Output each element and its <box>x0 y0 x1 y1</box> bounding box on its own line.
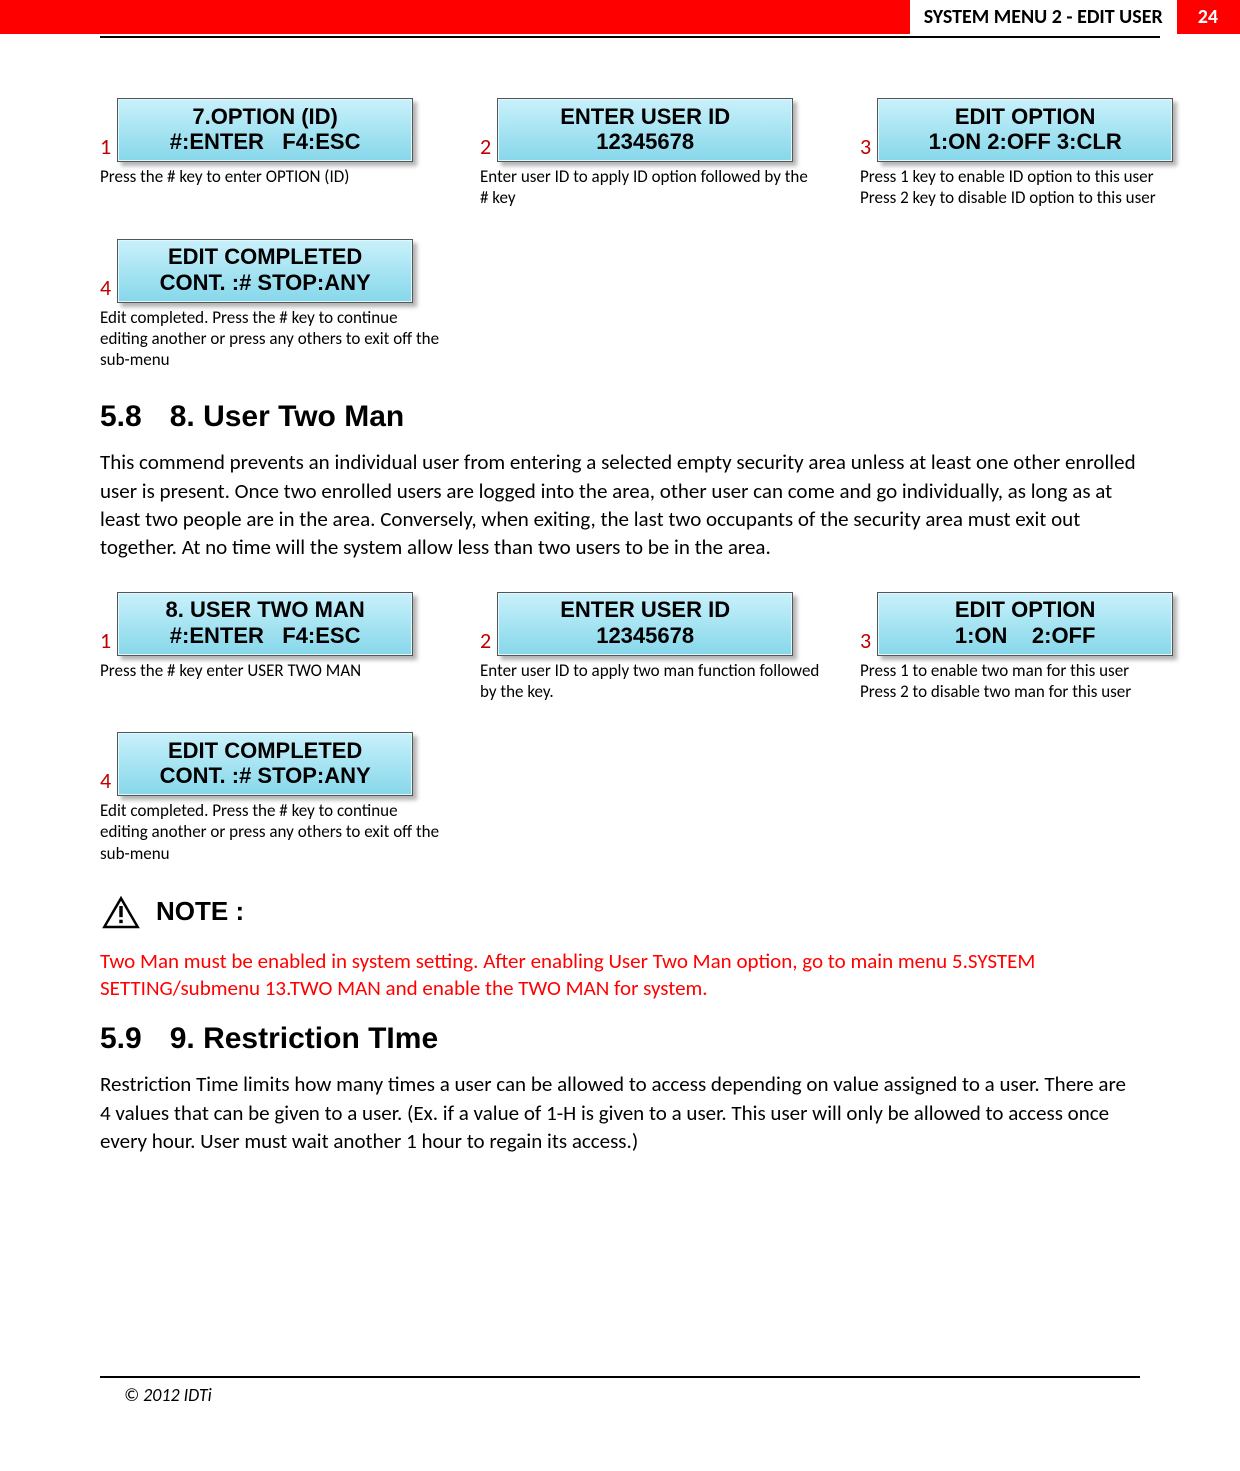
lcd-screen: EDIT OPTION 1:ON 2:OFF <box>877 592 1173 656</box>
lcd-screen: EDIT COMPLETED CONT. :# STOP:ANY <box>117 239 413 303</box>
header-title: SYSTEM MENU 2 - EDIT USER <box>910 0 1180 34</box>
step-caption: Enter user ID to apply two man function … <box>480 660 820 703</box>
lcd-screen: ENTER USER ID 12345678 <box>497 592 793 656</box>
step-3: 3 EDIT OPTION 1:ON 2:OFF 3:CLR Press 1 k… <box>860 98 1200 209</box>
header-bar: SYSTEM MENU 2 - EDIT USER 24 <box>0 0 1240 34</box>
step-caption: Edit completed. Press the # key to conti… <box>100 307 440 371</box>
footer: © 2012 IDTi <box>0 1376 1240 1406</box>
step-2b: 2 ENTER USER ID 12345678 Enter user ID t… <box>480 592 820 703</box>
step-4b: 4 EDIT COMPLETED CONT. :# STOP:ANY Edit … <box>100 732 440 864</box>
section-body-58: This commend prevents an individual user… <box>100 448 1140 561</box>
lcd-line: EDIT COMPLETED <box>126 244 404 269</box>
content: 1 7.OPTION (ID) #:ENTER F4:ESC Press the… <box>0 38 1240 1156</box>
lcd-line: #:ENTER F4:ESC <box>126 129 404 154</box>
step-caption: Press the # key to enter OPTION (ID) <box>100 166 440 187</box>
lcd-screen: 8. USER TWO MAN #:ENTER F4:ESC <box>117 592 413 656</box>
lcd-screen: EDIT COMPLETED CONT. :# STOP:ANY <box>117 732 413 796</box>
step-row: 1 8. USER TWO MAN #:ENTER F4:ESC Press t… <box>100 592 1140 703</box>
step-number: 4 <box>100 277 111 299</box>
lcd-screen: EDIT OPTION 1:ON 2:OFF 3:CLR <box>877 98 1173 162</box>
lcd-screen: 7.OPTION (ID) #:ENTER F4:ESC <box>117 98 413 162</box>
lcd-line: EDIT OPTION <box>886 597 1164 622</box>
footer-copyright: © 2012 IDTi <box>100 1384 1140 1406</box>
section-body-59: Restriction Time limits how many times a… <box>100 1070 1140 1155</box>
step-number: 1 <box>100 136 111 158</box>
lcd-line: ENTER USER ID <box>506 597 784 622</box>
section-heading-59: 5.9 9. Restriction TIme <box>100 1022 1140 1056</box>
step-number: 3 <box>860 630 871 652</box>
step-3b: 3 EDIT OPTION 1:ON 2:OFF Press 1 to enab… <box>860 592 1200 703</box>
step-1: 1 7.OPTION (ID) #:ENTER F4:ESC Press the… <box>100 98 440 187</box>
lcd-line: #:ENTER F4:ESC <box>126 623 404 648</box>
lcd-screen: ENTER USER ID 12345678 <box>497 98 793 162</box>
step-number: 2 <box>480 630 491 652</box>
lcd-line: CONT. :# STOP:ANY <box>126 763 404 788</box>
lcd-line: 12345678 <box>506 623 784 648</box>
step-caption: Enter user ID to apply ID option followe… <box>480 166 820 209</box>
step-caption: Edit completed. Press the # key to conti… <box>100 800 440 864</box>
lcd-line: 7.OPTION (ID) <box>126 104 404 129</box>
step-row: 4 EDIT COMPLETED CONT. :# STOP:ANY Edit … <box>100 239 1140 371</box>
page: SYSTEM MENU 2 - EDIT USER 24 1 7.OPTION … <box>0 0 1240 1446</box>
lcd-line: EDIT COMPLETED <box>126 738 404 763</box>
lcd-line: 1:ON 2:OFF 3:CLR <box>886 129 1164 154</box>
step-number: 3 <box>860 136 871 158</box>
lcd-line: 1:ON 2:OFF <box>886 623 1164 648</box>
step-row: 1 7.OPTION (ID) #:ENTER F4:ESC Press the… <box>100 98 1140 209</box>
step-row: 4 EDIT COMPLETED CONT. :# STOP:ANY Edit … <box>100 732 1140 864</box>
note-label: NOTE : <box>156 896 244 927</box>
footer-rule <box>100 1376 1140 1378</box>
note-text: Two Man must be enabled in system settin… <box>100 948 1140 1003</box>
step-4: 4 EDIT COMPLETED CONT. :# STOP:ANY Edit … <box>100 239 440 371</box>
section-title: 8. User Two Man <box>170 400 405 433</box>
step-number: 4 <box>100 770 111 792</box>
step-number: 1 <box>100 630 111 652</box>
warning-icon <box>100 894 142 930</box>
lcd-line: 8. USER TWO MAN <box>126 597 404 622</box>
step-caption: Press 1 key to enable ID option to this … <box>860 166 1200 209</box>
lcd-line: ENTER USER ID <box>506 104 784 129</box>
section-number: 5.9 <box>100 1022 142 1055</box>
section-heading-58: 5.8 8. User Two Man <box>100 400 1140 434</box>
step-2: 2 ENTER USER ID 12345678 Enter user ID t… <box>480 98 820 209</box>
step-1b: 1 8. USER TWO MAN #:ENTER F4:ESC Press t… <box>100 592 440 681</box>
step-caption: Press the # key enter USER TWO MAN <box>100 660 440 681</box>
note-row: NOTE : <box>100 894 1140 930</box>
step-caption: Press 1 to enable two man for this user … <box>860 660 1200 703</box>
lcd-line: EDIT OPTION <box>886 104 1164 129</box>
section-number: 5.8 <box>100 400 142 433</box>
lcd-line: 12345678 <box>506 129 784 154</box>
section-title: 9. Restriction TIme <box>170 1022 438 1055</box>
step-number: 2 <box>480 136 491 158</box>
header-page-number: 24 <box>1180 0 1240 34</box>
lcd-line: CONT. :# STOP:ANY <box>126 270 404 295</box>
